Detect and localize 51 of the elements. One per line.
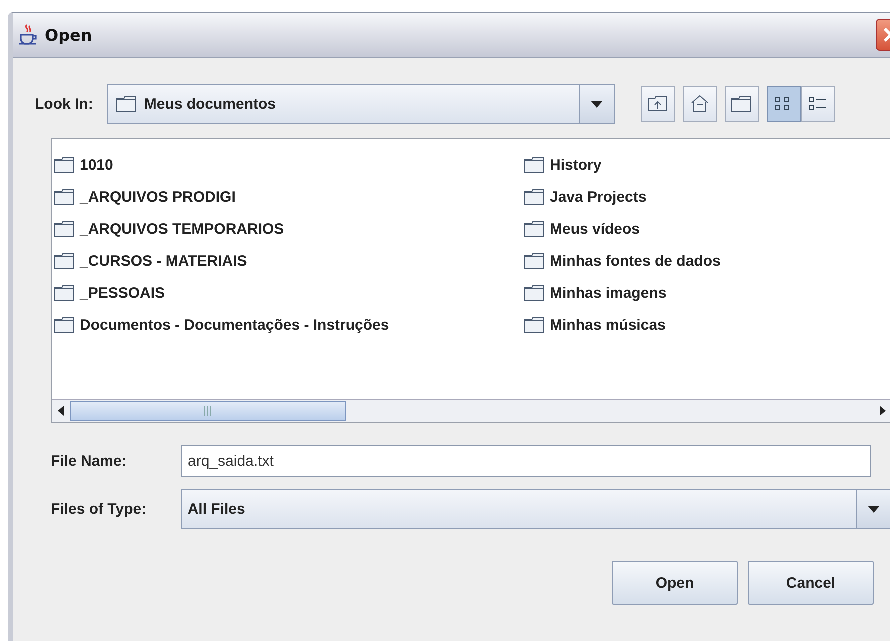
look-in-dropdown[interactable]: Meus documentos — [107, 84, 616, 124]
folder-item[interactable]: Meus vídeos — [524, 213, 890, 245]
folder-item[interactable]: _ARQUIVOS PRODIGI — [54, 181, 524, 213]
list-view-button[interactable] — [767, 86, 802, 122]
caret-icon — [868, 506, 880, 512]
folder-icon — [524, 220, 546, 238]
folder-icon — [54, 316, 76, 334]
dialog-button[interactable]: Cancel — [748, 561, 874, 605]
folder-icon — [731, 96, 754, 112]
folder-icon — [54, 252, 76, 270]
file-type-label: Files of Type: — [51, 500, 148, 518]
folder-icon — [524, 316, 546, 334]
folder-item[interactable]: Minhas músicas — [524, 309, 890, 341]
folder-item[interactable]: Documentos - Documentações - Instruções — [54, 309, 524, 341]
grip-icon — [204, 406, 212, 416]
folder-icon — [54, 156, 76, 174]
folder-icon — [116, 96, 138, 112]
horizontal-scrollbar[interactable] — [52, 399, 890, 422]
new-folder-button[interactable] — [725, 86, 760, 122]
folder-item[interactable]: _ARQUIVOS TEMPORARIOS — [54, 213, 524, 245]
look-in-label: Look In: — [35, 96, 94, 112]
folder-item[interactable]: 1010 — [54, 149, 524, 181]
folder-icon — [524, 156, 546, 174]
folder-icon — [524, 188, 546, 206]
dialog-button[interactable]: Open — [612, 561, 738, 605]
file-name-label: File Name: — [51, 452, 128, 470]
up-folder-button[interactable] — [641, 86, 676, 122]
scroll-thumb[interactable] — [70, 401, 346, 421]
folder-icon — [54, 284, 76, 302]
folder-item[interactable]: _PESSOAIS — [54, 277, 524, 309]
caret-icon — [591, 100, 604, 108]
folder-item[interactable]: Java Projects — [524, 181, 890, 213]
folder-item[interactable]: _CURSOS - MATERIAIS — [54, 245, 524, 277]
file-type-dropdown[interactable]: All Files — [180, 489, 890, 529]
folder-icon — [524, 284, 546, 302]
home-button[interactable] — [683, 86, 718, 122]
folder-icon — [524, 252, 546, 270]
folder-item[interactable]: Minhas imagens — [524, 277, 890, 309]
window-title: Open — [45, 26, 94, 44]
details-view-button[interactable] — [801, 86, 836, 122]
scroll-left-icon — [58, 406, 64, 416]
folder-icon — [54, 188, 76, 206]
coffee-cup-icon — [17, 24, 39, 46]
folder-item[interactable]: Minhas fontes de dados — [524, 245, 890, 277]
home-icon — [690, 95, 710, 113]
up-folder-icon — [648, 96, 668, 112]
folder-icon — [54, 220, 76, 238]
details-view-icon — [809, 96, 828, 112]
file-name-field[interactable]: arq_saida.txt — [181, 445, 871, 477]
folder-item[interactable]: History — [524, 149, 890, 181]
scroll-right-icon — [880, 406, 886, 416]
